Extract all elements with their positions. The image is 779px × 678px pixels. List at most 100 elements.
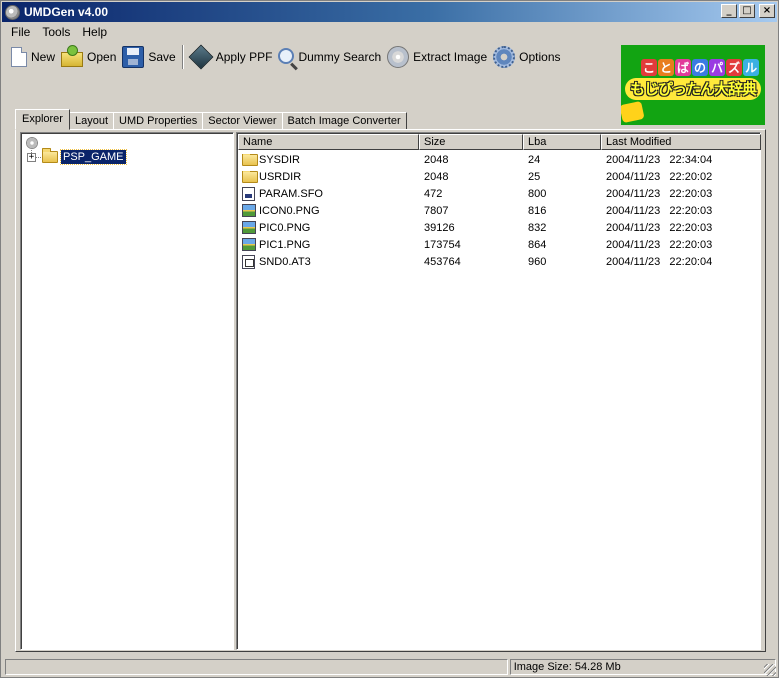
- tab-layout[interactable]: Layout: [68, 112, 114, 130]
- tab-batch-image-converter[interactable]: Batch Image Converter: [281, 112, 407, 130]
- maximize-button[interactable]: □: [739, 4, 755, 18]
- app-window: UMDGen v4.00 _ □ × File Tools Help New O…: [0, 0, 779, 678]
- table-row[interactable]: PIC1.PNG 173754 864 2004/11/23 22:20:03: [238, 236, 761, 253]
- dummy-search-label: Dummy Search: [298, 50, 382, 64]
- lba-cell: 24: [528, 153, 541, 166]
- modified-cell: 2004/11/23 22:20:03: [606, 204, 713, 217]
- options-button[interactable]: Options: [490, 43, 563, 71]
- column-size[interactable]: Size: [419, 134, 523, 150]
- size-cell: 7807: [424, 204, 449, 217]
- banner-char: ば: [675, 59, 692, 76]
- menu-tools[interactable]: Tools: [36, 25, 76, 39]
- game-banner: こ と ば の パ ズ ル もじぴったん大辞典: [621, 45, 765, 125]
- floppy-disk-icon: [122, 46, 145, 68]
- name-cell: PIC0.PNG: [238, 221, 419, 234]
- new-file-icon: [11, 47, 27, 67]
- extract-image-label: Extract Image: [413, 50, 488, 64]
- apply-ppf-button[interactable]: Apply PPF: [187, 43, 276, 71]
- modified-cell: 2004/11/23 22:20:04: [606, 255, 713, 268]
- size-cell: 173754: [424, 238, 461, 251]
- size-cell: 2048: [424, 153, 449, 166]
- sfo-file-icon: [242, 186, 255, 201]
- tab-explorer[interactable]: Explorer: [15, 109, 70, 130]
- banner-line1: こ と ば の パ ズ ル: [641, 59, 760, 76]
- banner-char: の: [692, 59, 709, 76]
- lba-cell: 832: [528, 221, 547, 234]
- lba-cell: 800: [528, 187, 547, 200]
- open-button[interactable]: Open: [58, 43, 119, 71]
- name-cell: PARAM.SFO: [238, 186, 419, 201]
- table-row[interactable]: PIC0.PNG 39126 832 2004/11/23 22:20:03: [238, 219, 761, 236]
- at3-file-icon: [242, 254, 255, 269]
- file-name: SYSDIR: [259, 153, 300, 166]
- column-name[interactable]: Name: [238, 134, 419, 150]
- umd-disc-icon: [26, 137, 38, 149]
- table-row[interactable]: SYSDIR 2048 24 2004/11/23 22:34:04: [238, 151, 761, 168]
- name-cell: ICON0.PNG: [238, 204, 419, 217]
- minimize-button[interactable]: _: [721, 4, 737, 18]
- file-name: ICON0.PNG: [259, 204, 320, 217]
- menu-help[interactable]: Help: [76, 25, 113, 39]
- table-row[interactable]: PARAM.SFO 472 800 2004/11/23 22:20:03: [238, 185, 761, 202]
- magnifier-icon: [278, 47, 295, 64]
- tab-strip: Explorer Layout UMD Properties Sector Vi…: [15, 109, 407, 130]
- extract-image-button[interactable]: Extract Image: [384, 43, 490, 71]
- file-name: SND0.AT3: [259, 255, 311, 268]
- ppf-patch-icon: [188, 44, 214, 70]
- table-row[interactable]: SND0.AT3 453764 960 2004/11/23 22:20:04: [238, 253, 761, 270]
- folder-icon: [242, 170, 258, 183]
- folder-icon: [242, 153, 258, 166]
- window-title: UMDGen v4.00: [24, 5, 109, 19]
- modified-cell: 2004/11/23 22:20:02: [606, 170, 713, 183]
- folder-tree[interactable]: + PSP_GAME: [20, 132, 234, 650]
- name-cell: SND0.AT3: [238, 254, 419, 269]
- menu-file[interactable]: File: [5, 25, 36, 39]
- expand-toggle[interactable]: +: [27, 153, 36, 162]
- column-last-modified[interactable]: Last Modified: [601, 134, 761, 150]
- column-lba[interactable]: Lba: [523, 134, 601, 150]
- new-button[interactable]: New: [5, 43, 58, 71]
- file-name: PARAM.SFO: [259, 187, 323, 200]
- resize-grip-icon[interactable]: [764, 664, 776, 676]
- options-label: Options: [519, 50, 561, 64]
- tab-sector-viewer[interactable]: Sector Viewer: [202, 112, 283, 130]
- name-cell: USRDIR: [238, 170, 419, 183]
- gear-icon: [493, 46, 516, 68]
- banner-char: と: [658, 59, 675, 76]
- size-cell: 2048: [424, 170, 449, 183]
- lba-cell: 864: [528, 238, 547, 251]
- file-name: PIC0.PNG: [259, 221, 311, 234]
- banner-char: こ: [641, 59, 658, 76]
- status-bar: Image Size: 54.28 Mb: [5, 659, 776, 676]
- file-list[interactable]: Name Size Lba Last Modified SYSDIR 2048 …: [236, 132, 761, 650]
- menu-bar: File Tools Help: [2, 22, 777, 41]
- table-row[interactable]: USRDIR 2048 25 2004/11/23 22:20:02: [238, 168, 761, 185]
- list-rows: SYSDIR 2048 24 2004/11/23 22:34:04 USRDI…: [238, 151, 761, 270]
- dummy-search-button[interactable]: Dummy Search: [275, 43, 384, 71]
- folder-icon: [42, 148, 58, 163]
- new-label: New: [31, 50, 56, 64]
- file-name: USRDIR: [259, 170, 302, 183]
- tab-umd-properties[interactable]: UMD Properties: [113, 112, 204, 130]
- mascot-image: [621, 100, 645, 124]
- banner-char: パ: [709, 59, 726, 76]
- tree-node-psp-game[interactable]: PSP_GAME: [60, 149, 127, 165]
- file-name: PIC1.PNG: [259, 238, 311, 251]
- tree-connector: [36, 157, 41, 158]
- png-file-icon: [242, 238, 256, 251]
- size-cell: 39126: [424, 221, 455, 234]
- banner-title: もじぴったん大辞典: [625, 78, 761, 100]
- open-label: Open: [87, 50, 117, 64]
- app-disc-icon: [5, 4, 20, 20]
- open-folder-icon: [61, 45, 84, 67]
- save-label: Save: [148, 50, 176, 64]
- close-button[interactable]: ×: [759, 4, 775, 18]
- disc-icon: [387, 46, 410, 68]
- save-button[interactable]: Save: [119, 43, 178, 71]
- modified-cell: 2004/11/23 22:20:03: [606, 238, 713, 251]
- status-left-pane: [5, 659, 508, 675]
- png-file-icon: [242, 204, 256, 217]
- png-file-icon: [242, 221, 256, 234]
- table-row[interactable]: ICON0.PNG 7807 816 2004/11/23 22:20:03: [238, 202, 761, 219]
- title-bar[interactable]: UMDGen v4.00 _ □ ×: [2, 2, 777, 22]
